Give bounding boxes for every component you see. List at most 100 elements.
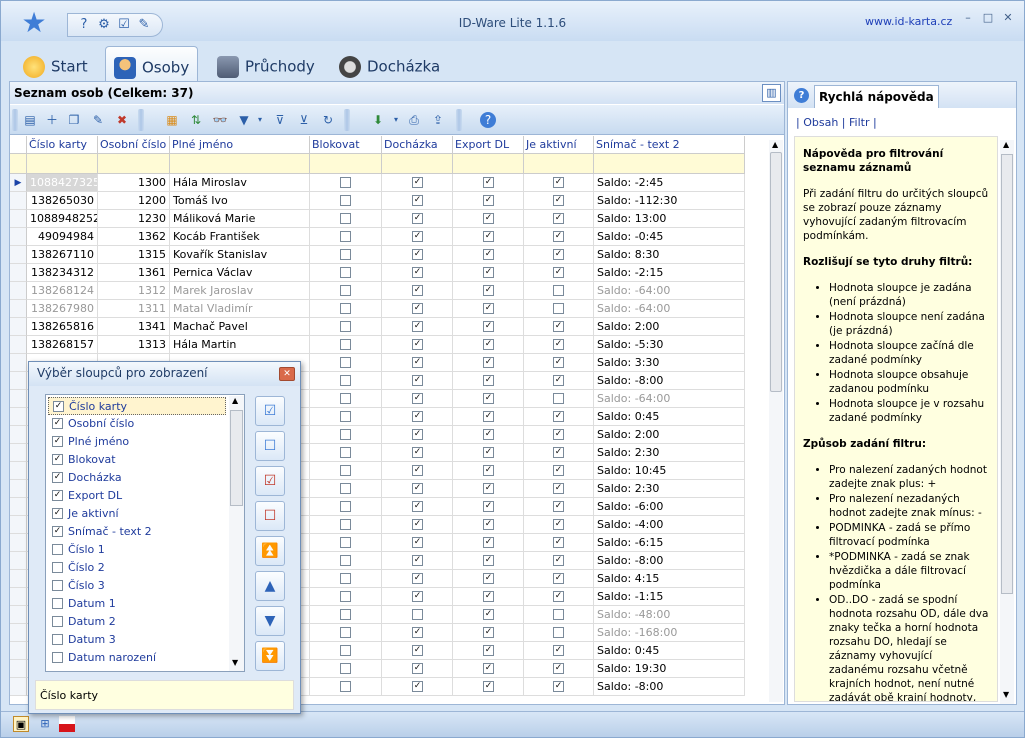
checkbox[interactable]: [340, 501, 351, 512]
checkbox[interactable]: [553, 609, 564, 620]
checkbox[interactable]: ✓: [412, 249, 423, 260]
grid-cell[interactable]: 138268157: [27, 336, 98, 354]
column-list-scroll-thumb[interactable]: [230, 410, 243, 506]
table-row[interactable]: 138267980 1311 Matal Vladimír ✓ ✓ Saldo: -64:…: [10, 300, 745, 318]
grid-cell[interactable]: 138267980: [27, 300, 98, 318]
column-option[interactable]: Číslo 2: [48, 559, 228, 577]
column-header[interactable]: Je aktivní: [524, 136, 594, 154]
row-selector[interactable]: [10, 498, 27, 516]
scroll-down-icon[interactable]: ▼: [1003, 690, 1009, 699]
checkbox[interactable]: ✓: [553, 249, 564, 260]
checkbox[interactable]: [412, 609, 423, 620]
grid-cell[interactable]: 1312: [98, 282, 170, 300]
grid-cell[interactable]: Matal Vladimír: [170, 300, 310, 318]
checkbox[interactable]: ✓: [412, 681, 423, 692]
checkbox[interactable]: [340, 573, 351, 584]
checkbox[interactable]: [340, 213, 351, 224]
checkbox[interactable]: [340, 645, 351, 656]
table-row[interactable]: 138234312 1361 Pernica Václav ✓ ✓ ✓ Saldo: -2:…: [10, 264, 745, 282]
column-header[interactable]: Docházka: [382, 136, 453, 154]
grid-cell[interactable]: Pernica Václav: [170, 264, 310, 282]
checkbox[interactable]: [340, 447, 351, 458]
row-selector[interactable]: [10, 390, 27, 408]
grid-cell[interactable]: Saldo: 19:30: [594, 660, 745, 678]
checkbox[interactable]: ✓: [553, 663, 564, 674]
checkbox[interactable]: ✓: [483, 555, 494, 566]
row-selector[interactable]: [10, 318, 27, 336]
column-option[interactable]: Datum 1: [48, 595, 228, 613]
filter-dropdown-icon[interactable]: ▾: [252, 112, 268, 128]
row-selector[interactable]: [10, 228, 27, 246]
column-option[interactable]: Datum narození: [48, 649, 228, 667]
grid-cell[interactable]: Saldo: 8:30: [594, 246, 745, 264]
tab-dochazka[interactable]: Docházka: [331, 46, 448, 82]
move-up-button[interactable]: ▲: [255, 571, 285, 601]
grid-cell[interactable]: 138265816: [27, 318, 98, 336]
grid-cell[interactable]: Saldo: -112:30: [594, 192, 745, 210]
checkbox[interactable]: ✓: [52, 436, 63, 447]
checkbox[interactable]: [340, 555, 351, 566]
tab-osoby[interactable]: Osoby: [105, 46, 199, 82]
filter-cell[interactable]: [453, 154, 524, 174]
checkbox[interactable]: ✓: [412, 357, 423, 368]
row-selector[interactable]: [10, 282, 27, 300]
grid-cell[interactable]: Saldo: -8:00: [594, 678, 745, 696]
grid-cell[interactable]: Saldo: -4:00: [594, 516, 745, 534]
checkbox[interactable]: [553, 285, 564, 296]
checkbox[interactable]: ✓: [53, 401, 64, 412]
checkbox[interactable]: [340, 249, 351, 260]
checkbox[interactable]: [340, 231, 351, 242]
find-icon[interactable]: 👓: [212, 112, 228, 128]
checkbox[interactable]: ✓: [412, 501, 423, 512]
checkbox[interactable]: ✓: [483, 519, 494, 530]
checkbox[interactable]: ✓: [553, 447, 564, 458]
checkbox[interactable]: ✓: [412, 231, 423, 242]
filter-cell[interactable]: [310, 154, 382, 174]
grid-cell[interactable]: Saldo: 10:45: [594, 462, 745, 480]
checkbox[interactable]: [340, 267, 351, 278]
grid-cell[interactable]: 138268124: [27, 282, 98, 300]
checkbox[interactable]: [340, 303, 351, 314]
checkbox[interactable]: ✓: [553, 339, 564, 350]
row-selector[interactable]: [10, 354, 27, 372]
czech-flag-icon[interactable]: [59, 716, 75, 732]
grid-cell[interactable]: 138267110: [27, 246, 98, 264]
scroll-down-icon[interactable]: ▼: [232, 658, 238, 667]
maximize-icon[interactable]: □: [981, 11, 995, 25]
checkbox[interactable]: ✓: [483, 249, 494, 260]
checkbox[interactable]: ✓: [483, 411, 494, 422]
output-icon[interactable]: ⇪: [430, 112, 446, 128]
scroll-up-icon[interactable]: ▲: [1003, 140, 1009, 149]
checkbox[interactable]: [340, 663, 351, 674]
view-record-icon[interactable]: ▤: [22, 112, 38, 128]
row-selector[interactable]: [10, 678, 27, 696]
checkbox[interactable]: ✓: [412, 339, 423, 350]
checkbox[interactable]: ✓: [483, 609, 494, 620]
checkbox[interactable]: [52, 562, 63, 573]
row-selector[interactable]: [10, 588, 27, 606]
checkbox[interactable]: ✓: [483, 267, 494, 278]
grid-cell[interactable]: 1341: [98, 318, 170, 336]
checkbox[interactable]: ✓: [412, 663, 423, 674]
columns-icon[interactable]: ▦: [164, 112, 180, 128]
checkbox[interactable]: ✓: [412, 393, 423, 404]
filter-cell[interactable]: [524, 154, 594, 174]
grid-cell[interactable]: Saldo: -64:00: [594, 300, 745, 318]
sort-icon[interactable]: ⇅: [188, 112, 204, 128]
column-option[interactable]: ✓ Plné jméno: [48, 433, 228, 451]
refresh-icon[interactable]: ↻: [320, 112, 336, 128]
grid-cell[interactable]: Saldo: 2:30: [594, 444, 745, 462]
grid-cell[interactable]: Tomáš Ivo: [170, 192, 310, 210]
checkbox[interactable]: [340, 609, 351, 620]
checkbox[interactable]: ✓: [553, 357, 564, 368]
checkbox[interactable]: ✓: [412, 375, 423, 386]
grid-cell[interactable]: Máliková Marie: [170, 210, 310, 228]
table-row[interactable]: ▶ 1088427325 1300 Hála Miroslav ✓ ✓ ✓ Saldo: -2…: [10, 174, 745, 192]
checkbox[interactable]: [340, 465, 351, 476]
filter-icon[interactable]: ▼: [236, 112, 252, 128]
row-selector[interactable]: [10, 444, 27, 462]
grid-cell[interactable]: Saldo: -1:15: [594, 588, 745, 606]
checkbox[interactable]: ✓: [52, 508, 63, 519]
checkbox[interactable]: ✓: [553, 555, 564, 566]
checkbox[interactable]: [340, 285, 351, 296]
